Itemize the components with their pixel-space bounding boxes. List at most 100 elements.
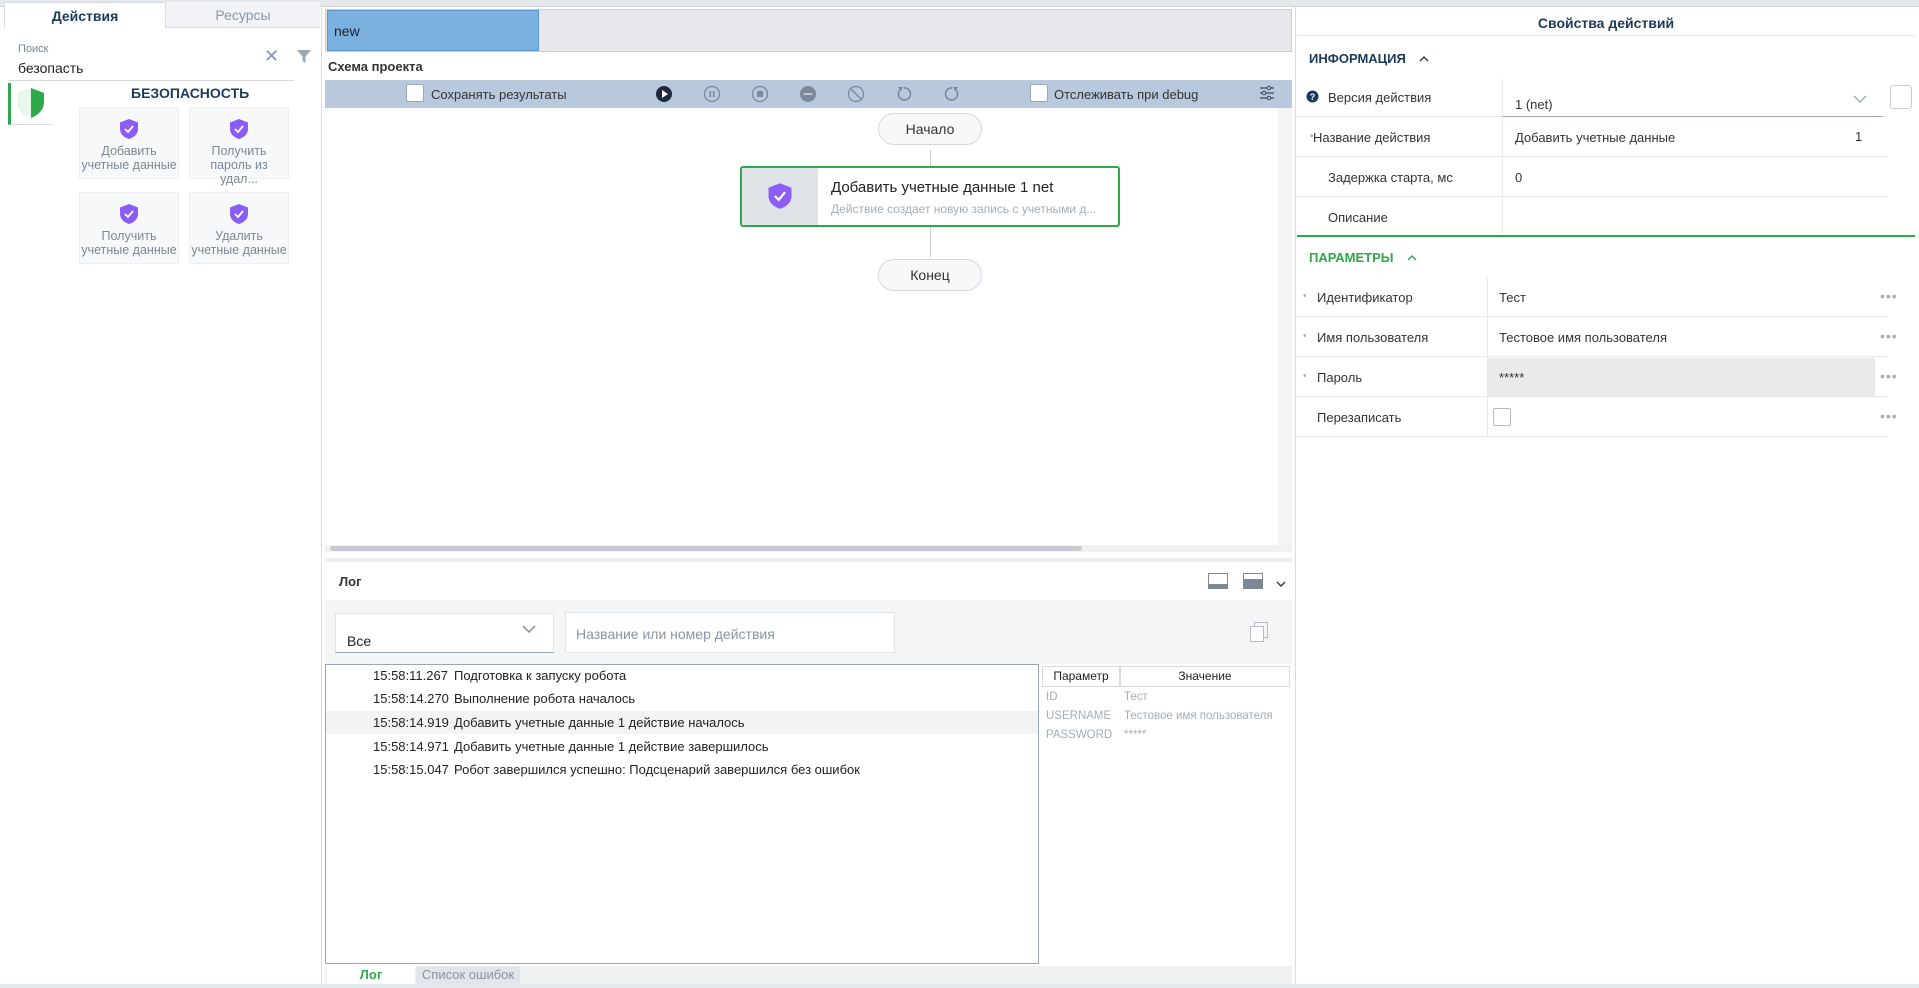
param-id-label: Идентификатор (1317, 290, 1413, 305)
chevron-down-icon[interactable] (1276, 576, 1286, 591)
param-username-value: Тестовое имя пользователя (1499, 330, 1667, 345)
log-time: 15:58:14.270 (373, 691, 449, 706)
tab-log[interactable]: Лог (327, 966, 415, 984)
help-icon[interactable]: ? (1306, 90, 1319, 106)
tab-actions[interactable]: Действия (4, 2, 166, 28)
card-label-line2: учетные данные (81, 243, 177, 257)
run-icon[interactable] (655, 85, 673, 106)
delay-field[interactable] (1502, 158, 1886, 196)
params-section-title: ПАРАМЕТРЫ (1309, 250, 1394, 265)
more-options-icon[interactable]: ••• (1880, 368, 1898, 384)
panel-separator[interactable] (325, 558, 1292, 562)
category-title: БЕЗОПАСНОСТЬ (131, 85, 250, 101)
action-node-icon-area (742, 168, 818, 225)
category-security-icon[interactable] (8, 83, 52, 125)
filter-icon[interactable] (297, 50, 311, 67)
log-search-placeholder: Название или номер действия (576, 626, 775, 642)
end-node[interactable]: Конец (878, 259, 982, 291)
log-level-value: Все (347, 633, 372, 649)
info-section-title: ИНФОРМАЦИЯ (1309, 51, 1406, 66)
description-field[interactable] (1502, 198, 1886, 234)
svg-text:?: ? (1310, 92, 1316, 102)
name-value: Добавить учетные данные (1515, 130, 1676, 145)
required-dot-icon: • (1303, 371, 1307, 382)
param-key: PASSWORD (1046, 729, 1113, 741)
chevron-down-icon[interactable] (1853, 92, 1867, 107)
card-label-line2: пароль из удал... (210, 158, 268, 186)
card-label-line2: учетные данные (191, 243, 287, 257)
log-row[interactable]: 15:58:14.270 Выполнение робота началось (326, 687, 1038, 710)
required-dot-icon: • (1303, 291, 1307, 302)
log-message: Выполнение робота началось (454, 691, 636, 706)
value-column-header: Значение (1120, 666, 1290, 687)
param-key: ID (1046, 691, 1058, 703)
action-node-description: Действие создает новую запись с учетными… (831, 202, 1097, 216)
disable-icon[interactable] (847, 85, 865, 106)
version-value: 1 (net) (1515, 97, 1553, 112)
name-label: Название действия (1313, 130, 1431, 145)
action-card-delete-credentials[interactable]: Удалить учетные данные (189, 192, 289, 264)
redo-icon[interactable] (943, 85, 961, 106)
card-label-line1: Получить (211, 144, 267, 158)
overwrite-checkbox[interactable] (1493, 408, 1511, 426)
scheme-title: Схема проекта (328, 59, 423, 74)
log-row-selected[interactable]: 15:58:14.919 Добавить учетные данные 1 де… (326, 711, 1038, 734)
connector-line (930, 227, 931, 257)
version-select[interactable] (1502, 79, 1882, 117)
param-id-field[interactable] (1487, 278, 1875, 316)
action-card-get-password[interactable]: Получить пароль из удал... (189, 107, 289, 186)
log-params-panel (1041, 664, 1292, 964)
card-label-line2: учетные данные (81, 158, 177, 172)
param-value: ***** (1124, 729, 1147, 741)
version-label: Версия действия (1328, 90, 1432, 105)
action-card-add-credentials[interactable]: Добавить учетные данные (79, 107, 179, 179)
pause-icon[interactable] (703, 85, 721, 106)
delay-label: Задержка старта, мс (1328, 170, 1453, 185)
track-debug-label: Отслеживать при debug (1054, 87, 1199, 102)
log-row[interactable]: 15:58:11.267 Подготовка к запуску робота (326, 664, 1038, 687)
shield-check-icon (230, 204, 248, 224)
undo-icon[interactable] (895, 85, 913, 106)
version-config-icon[interactable] (1890, 85, 1912, 109)
tab-errors[interactable]: Список ошибок (416, 966, 520, 984)
description-label: Описание (1328, 210, 1388, 225)
layout-single-icon[interactable] (1208, 573, 1228, 592)
copy-icon[interactable] (1250, 622, 1268, 645)
action-card-get-credentials[interactable]: Получить учетные данные (79, 192, 179, 264)
track-debug-checkbox[interactable] (1030, 84, 1048, 102)
param-column-header: Параметр (1042, 666, 1120, 687)
save-results-checkbox[interactable] (406, 84, 424, 102)
action-node-title: Добавить учетные данные 1 net (831, 179, 1054, 196)
log-message: Добавить учетные данные 1 действие завер… (454, 739, 769, 754)
minus-icon[interactable] (799, 85, 817, 106)
log-row[interactable]: 15:58:15.047 Робот завершился успешно: По… (326, 758, 1038, 781)
shield-check-icon (768, 183, 792, 209)
project-tab-new[interactable]: new (327, 10, 539, 51)
start-node[interactable]: Начало (878, 113, 982, 145)
more-options-icon[interactable]: ••• (1880, 288, 1898, 304)
layout-split-icon[interactable] (1243, 573, 1263, 592)
chevron-up-icon (1407, 255, 1417, 261)
canvas-horizontal-scrollbar[interactable] (330, 546, 1082, 551)
log-message: Робот завершился успешно: Подсценарий за… (454, 762, 860, 777)
name-number: 1 (1855, 129, 1863, 144)
stop-icon[interactable] (751, 85, 769, 106)
settings-sliders-icon[interactable] (1259, 85, 1275, 104)
window-bottom-strip (0, 984, 1919, 988)
card-label-line1: Удалить (215, 229, 263, 243)
chevron-up-icon (1419, 56, 1429, 62)
clear-search-icon[interactable]: ✕ (264, 46, 279, 67)
param-password-field[interactable] (1487, 358, 1875, 396)
properties-title: Свойства действий (1297, 10, 1915, 36)
params-section-header[interactable]: ПАРАМЕТРЫ (1309, 250, 1417, 265)
chevron-down-icon[interactable] (521, 622, 537, 637)
param-key: USERNAME (1046, 710, 1112, 722)
log-time: 15:58:14.919 (373, 715, 449, 730)
search-input[interactable]: безопасть (18, 60, 83, 76)
more-options-icon[interactable]: ••• (1880, 408, 1898, 424)
log-row[interactable]: 15:58:14.971 Добавить учетные данные 1 де… (326, 735, 1038, 758)
canvas-vertical-scrollbar[interactable] (1278, 108, 1292, 550)
more-options-icon[interactable]: ••• (1880, 328, 1898, 344)
info-section-header[interactable]: ИНФОРМАЦИЯ (1309, 51, 1429, 66)
tab-resources[interactable]: Ресурсы (166, 2, 320, 28)
